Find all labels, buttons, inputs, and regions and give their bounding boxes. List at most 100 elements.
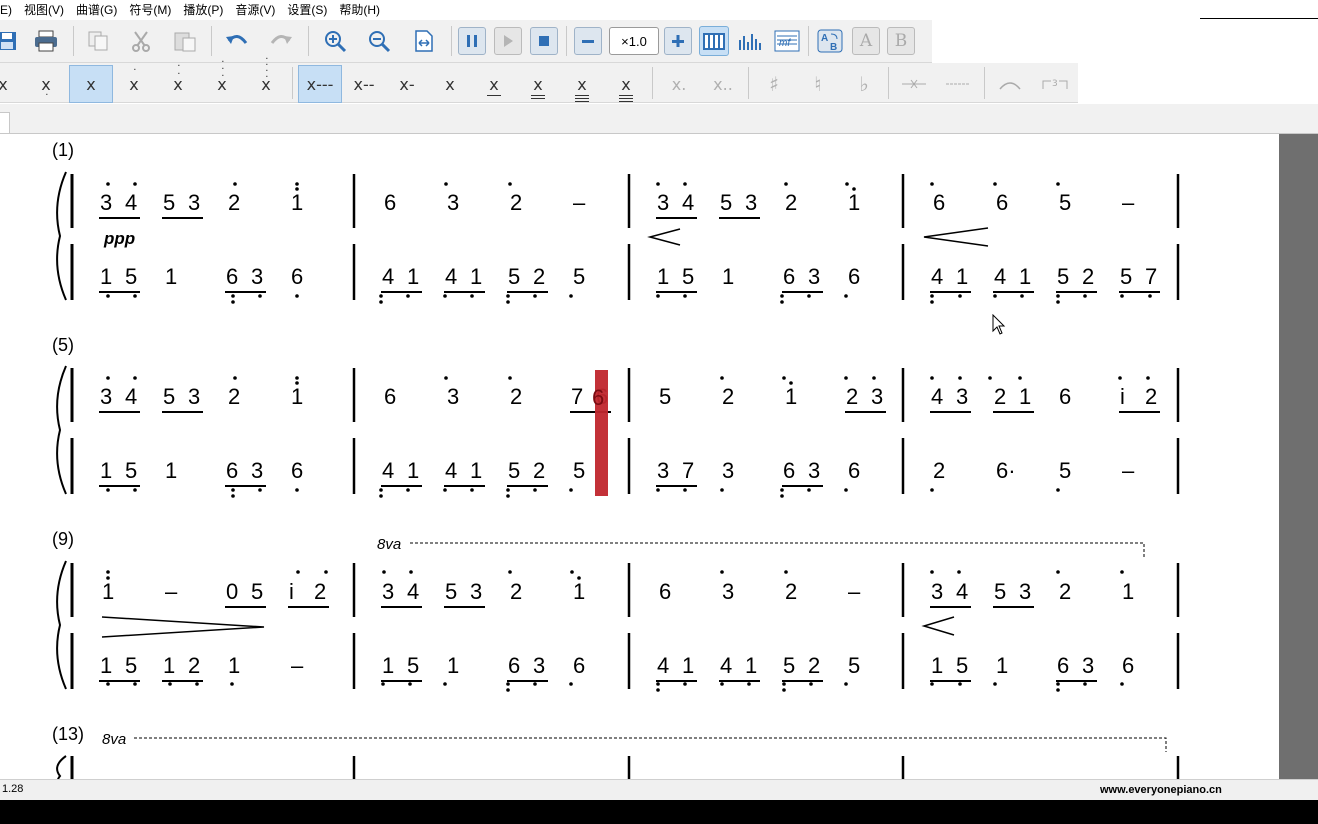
duration-dot-above-button[interactable]: · x: [118, 65, 150, 103]
octave-dot: [569, 682, 573, 686]
menu-edit[interactable]: E): [0, 3, 18, 17]
dot-single-button[interactable]: x.: [662, 65, 696, 103]
copy-icon[interactable]: [83, 26, 113, 56]
triplet-icon[interactable]: 3: [1038, 65, 1072, 103]
menu-sound[interactable]: 音源(V): [229, 1, 281, 18]
octave-dot: [569, 294, 573, 298]
equalizer-icon[interactable]: [735, 26, 765, 56]
note: 6: [226, 264, 238, 289]
note: 3: [722, 458, 734, 483]
octave-dot: [993, 182, 997, 186]
note: 4: [382, 264, 394, 289]
paste-icon[interactable]: [170, 26, 200, 56]
note: 3: [808, 264, 820, 289]
letter-b-icon[interactable]: B: [887, 27, 915, 55]
brace: [56, 365, 67, 495]
octave-dot: [382, 570, 386, 574]
score-canvas[interactable]: (1) 3 4 5 3 2 1 6 3 2–3 4 5 3 2 1 6 6 5–1 5 1 6 3 6 4 1 4 1 5 2 5 1 5 1 6…: [0, 134, 1279, 779]
letter-a-icon[interactable]: A: [852, 27, 880, 55]
sharp-button[interactable]: ♯: [758, 65, 790, 103]
slur-icon[interactable]: [994, 65, 1026, 103]
play-icon[interactable]: [494, 27, 522, 55]
note: 5: [508, 264, 520, 289]
note: 1: [931, 653, 943, 678]
octave-dot: [872, 376, 876, 380]
octave-dot: [444, 376, 448, 380]
flat-button[interactable]: ♭: [848, 65, 880, 103]
menu-score[interactable]: 曲谱(G): [70, 1, 123, 18]
octave-dot: [930, 682, 934, 686]
cut-icon[interactable]: [126, 26, 156, 56]
duration-plain-button[interactable]: x: [69, 65, 113, 103]
strike-icon[interactable]: [896, 65, 932, 103]
length-whole-button[interactable]: x---: [298, 65, 342, 103]
menu-view[interactable]: 视图(V): [18, 1, 70, 18]
redo-icon[interactable]: [266, 26, 296, 56]
save-icon[interactable]: [0, 26, 22, 56]
note: 2: [228, 384, 240, 409]
octave-dot: [656, 182, 660, 186]
high-octave-dot: [577, 576, 581, 580]
note: 6·: [996, 458, 1016, 483]
note: 1: [407, 264, 419, 289]
note: 4: [720, 653, 732, 678]
print-icon[interactable]: [31, 26, 61, 56]
octave-dot: [295, 294, 299, 298]
length-32nd-button[interactable]: x: [566, 65, 598, 103]
length-dotted-half-button[interactable]: x--: [344, 65, 384, 103]
note: 5: [956, 653, 968, 678]
length-half-button[interactable]: x-: [390, 65, 424, 103]
dot-double-button[interactable]: x..: [704, 65, 742, 103]
octave-dot: [508, 182, 512, 186]
note: 2: [785, 579, 797, 604]
octave-dot: [406, 294, 410, 298]
note: 5: [783, 653, 795, 678]
duration-dot-below-button[interactable]: x ·: [30, 65, 62, 103]
stop-icon[interactable]: [530, 27, 558, 55]
octave-dot: [381, 682, 385, 686]
duration-three-dots-button[interactable]: · · · x: [206, 57, 238, 103]
octave-dot: [958, 376, 962, 380]
note: 6: [848, 264, 860, 289]
length-quarter-button[interactable]: x: [434, 65, 466, 103]
octave-dot: [324, 570, 328, 574]
minus-icon[interactable]: [574, 27, 602, 55]
octave-dot: [533, 488, 537, 492]
pause-icon[interactable]: [458, 27, 486, 55]
main-toolbar: ×1.0 mf AB A B: [0, 20, 932, 63]
length-eighth-button[interactable]: x: [478, 65, 510, 103]
undo-icon[interactable]: [222, 26, 252, 56]
natural-button[interactable]: ♮: [802, 65, 834, 103]
note: 3: [808, 458, 820, 483]
zoom-level-field[interactable]: ×1.0: [609, 27, 659, 55]
octave-dot: [720, 570, 724, 574]
convert-icon[interactable]: AB: [815, 26, 845, 56]
octave-mark: 8va: [102, 731, 126, 748]
menu-play[interactable]: 播放(P): [177, 1, 229, 18]
fit-page-icon[interactable]: [409, 26, 439, 56]
dash-line-icon[interactable]: [940, 65, 976, 103]
octave-dot: [656, 488, 660, 492]
duration-whole-button[interactable]: x: [0, 65, 14, 103]
menu-settings[interactable]: 设置(S): [281, 1, 333, 18]
zoom-in-icon[interactable]: [320, 26, 350, 56]
length-64th-button[interactable]: x: [610, 65, 642, 105]
document-tab[interactable]: [0, 112, 10, 134]
duration-four-dots-button[interactable]: · · · · x: [250, 54, 282, 103]
note: 2: [314, 579, 326, 604]
note: 4: [931, 384, 943, 409]
plus-icon[interactable]: [664, 27, 692, 55]
staff-icon[interactable]: mf: [772, 26, 802, 56]
note: 7: [682, 458, 694, 483]
duration-two-dots-button[interactable]: · · x: [162, 61, 194, 103]
menu-symbol[interactable]: 符号(M): [123, 1, 177, 18]
octave-dot: [988, 376, 992, 380]
length-sixteenth-button[interactable]: x: [522, 65, 554, 103]
vertical-scrollbar[interactable]: [1279, 134, 1318, 779]
menu-help[interactable]: 帮助(H): [333, 1, 386, 18]
octave-dot: [106, 376, 110, 380]
octave-dot: [1056, 300, 1060, 304]
keyboard-icon[interactable]: [699, 26, 729, 56]
measure-number: (1): [52, 140, 74, 160]
zoom-out-icon[interactable]: [364, 26, 394, 56]
